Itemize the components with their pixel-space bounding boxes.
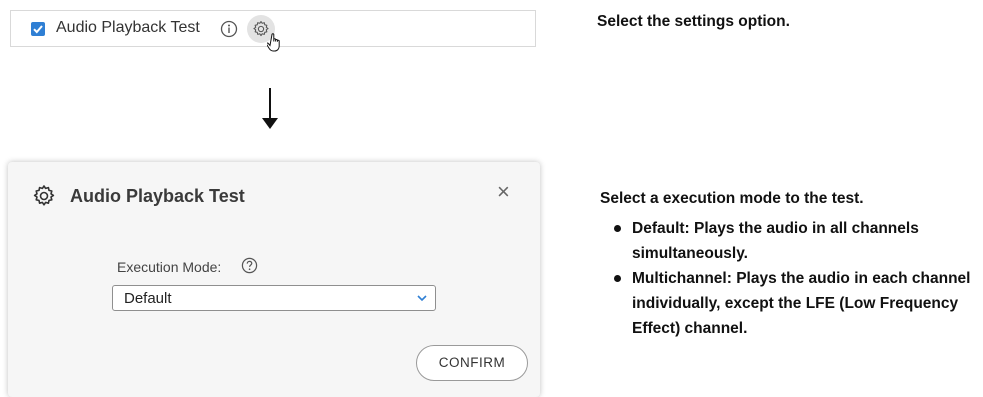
instruction-step1: Select the settings option. — [597, 13, 790, 30]
dialog-title: Audio Playback Test — [70, 186, 245, 206]
down-arrow-icon — [262, 88, 278, 129]
test-checkbox[interactable] — [31, 22, 45, 36]
gear-icon — [33, 185, 55, 206]
execution-mode-value: Default — [124, 290, 172, 307]
chevron-down-icon — [417, 295, 427, 302]
execution-mode-select[interactable]: Default — [112, 285, 436, 311]
confirm-button[interactable]: CONFIRM — [416, 345, 528, 381]
bullet-icon — [614, 225, 621, 232]
info-icon[interactable] — [220, 20, 238, 38]
instruction-step2: Select a execution mode to the test. — [600, 190, 864, 207]
execution-mode-label: Execution Mode: — [117, 259, 222, 275]
test-row: Audio Playback Test — [10, 10, 536, 52]
help-icon[interactable] — [241, 257, 258, 274]
close-icon[interactable]: × — [497, 181, 510, 203]
hand-cursor-icon — [267, 33, 280, 52]
list-item: Multichannel: Plays the audio in each ch… — [612, 266, 982, 341]
list-item: Default: Plays the audio in all channels… — [612, 216, 982, 266]
mode-description-list: Default: Plays the audio in all channels… — [612, 216, 982, 341]
test-name-label: Audio Playback Test — [56, 19, 200, 36]
bullet-icon — [614, 275, 621, 282]
checkmark-icon — [33, 25, 43, 34]
mode-description-default: Default: Plays the audio in all channels… — [632, 220, 919, 262]
mode-description-multichannel: Multichannel: Plays the audio in each ch… — [632, 270, 971, 337]
settings-dialog: Audio Playback Test × Execution Mode: De… — [8, 162, 540, 397]
